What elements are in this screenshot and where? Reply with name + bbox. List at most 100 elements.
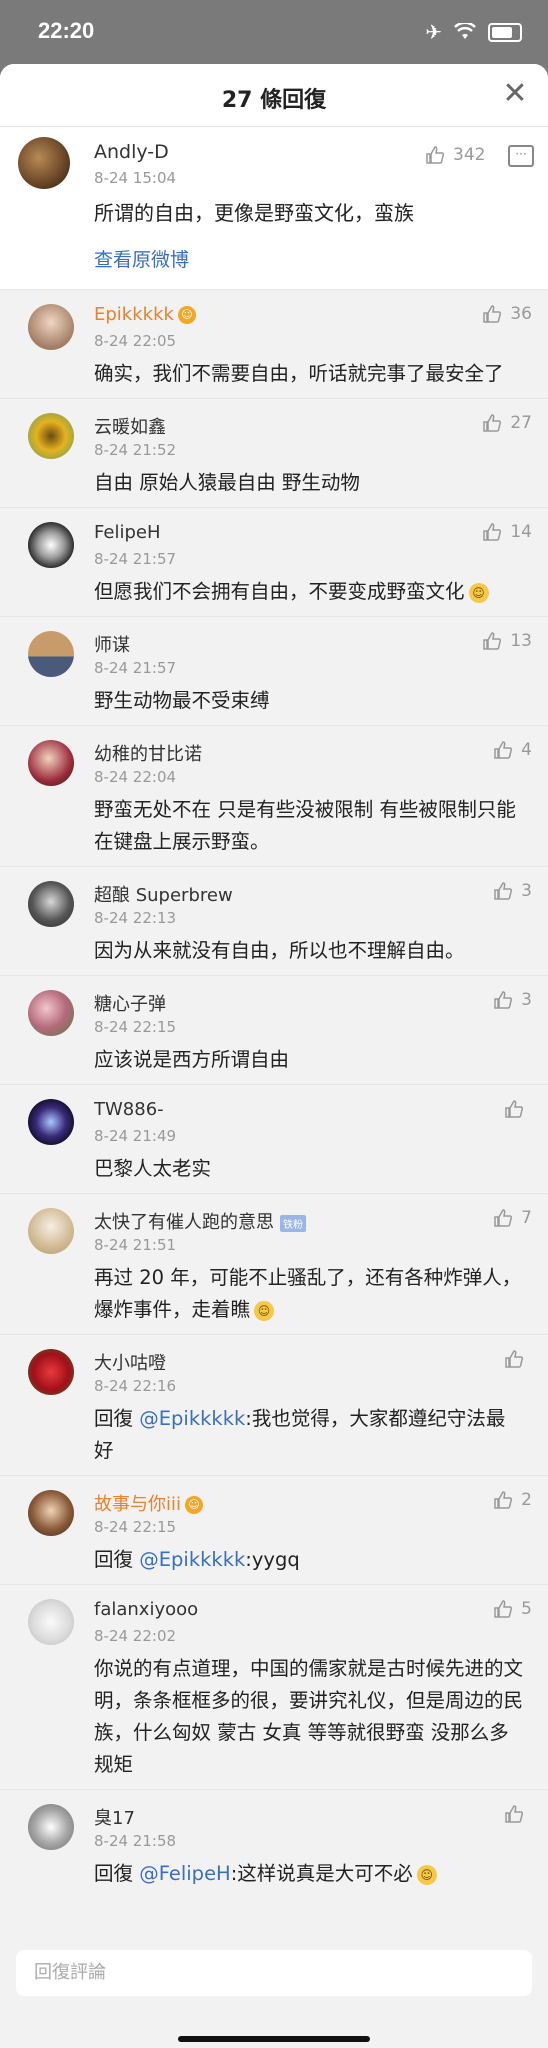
like-count: 13 (510, 631, 532, 651)
list-item[interactable]: 臭17 8-24 21:58 回復 @FelipeH:这样说真是大可不必 ☺ (0, 1790, 548, 1906)
comment-text: 确实，我们不需要自由，听话就完事了最安全了 (94, 362, 504, 385)
list-item[interactable]: 太快了有催人跑的意思 铁粉 8-24 21:51 7 再过 20 年，可能不止骚乱… (0, 1194, 548, 1335)
thumbs-up-icon (494, 1209, 513, 1227)
list-item[interactable]: 师谋 8-24 21:57 13 野生动物最不受束缚 (0, 617, 548, 726)
avatar[interactable] (28, 1804, 74, 1850)
list-item[interactable]: 云暖如鑫 8-24 21:52 27 自由 原始人猿最自由 野生动物 (0, 399, 548, 508)
username[interactable]: 超酿 Superbrew (94, 881, 233, 907)
list-item[interactable]: TW886- 8-24 21:49 巴黎人太老实 (0, 1085, 548, 1194)
like-button[interactable]: 3 (493, 881, 532, 901)
thumbs-up-icon (494, 1600, 513, 1618)
like-button[interactable]: 7 (493, 1208, 532, 1228)
vip-icon: ☺ (177, 306, 196, 324)
avatar[interactable] (28, 1599, 74, 1645)
like-button[interactable] (504, 1099, 532, 1119)
list-item[interactable]: 超酿 Superbrew 8-24 22:13 3 因为从来就没有自由，所以也不… (0, 867, 548, 976)
username[interactable]: FelipeH (94, 522, 160, 543)
username[interactable]: 幼稚的甘比诺 (94, 740, 202, 766)
timestamp: 8-24 21:51 (94, 1236, 177, 1254)
username[interactable]: 糖心子弹 (94, 990, 166, 1016)
like-button[interactable]: 342 (425, 145, 485, 165)
like-button[interactable]: 3 (493, 990, 532, 1010)
list-item[interactable]: falanxiyooo 8-24 22:02 5 你说的有点道理，中国的儒家就是… (0, 1585, 548, 1790)
close-icon[interactable]: ✕ (498, 78, 532, 112)
avatar[interactable] (28, 1490, 74, 1536)
like-button[interactable]: 4 (493, 740, 532, 760)
thumbs-up-icon (505, 1350, 524, 1368)
like-count: 3 (521, 990, 532, 1010)
avatar[interactable] (28, 1349, 74, 1395)
like-count: 36 (510, 304, 532, 324)
like-count: 5 (521, 1599, 532, 1619)
comment-text: 因为从来就没有自由，所以也不理解自由。 (94, 939, 465, 962)
list-item[interactable]: FelipeH 8-24 21:57 14 但愿我们不会拥有自由，不要变成野蛮文… (0, 508, 548, 617)
avatar[interactable] (28, 740, 74, 786)
thumbs-up-icon (494, 1491, 513, 1509)
timestamp: 8-24 21:58 (94, 1832, 177, 1850)
crying-laughing-emoji-icon: ☺ (468, 582, 489, 603)
comment-list: Epikkkkk ☺ 8-24 22:05 36 确实，我们不需要自由，听话就完事… (0, 290, 548, 1906)
username[interactable]: Epikkkkk ☺ (94, 304, 196, 325)
username[interactable]: Andly-D (94, 141, 169, 163)
avatar[interactable] (28, 1208, 74, 1254)
avatar[interactable] (28, 990, 74, 1036)
vip-icon: ☺ (185, 1496, 204, 1514)
thumbs-up-icon (426, 146, 445, 164)
avatar[interactable] (28, 631, 74, 677)
view-original-link[interactable]: 查看原微博 (94, 245, 189, 272)
like-button[interactable]: 13 (482, 631, 532, 651)
mention-link[interactable]: @FelipeH (139, 1862, 231, 1885)
username[interactable]: 故事与你iii ☺ (94, 1490, 204, 1516)
status-icons: ✈ (425, 22, 522, 42)
username[interactable]: 太快了有催人跑的意思 铁粉 (94, 1208, 306, 1234)
timestamp: 8-24 15:04 (94, 169, 177, 187)
thumbs-up-icon (483, 414, 502, 432)
like-count: 7 (521, 1208, 532, 1228)
grin-emoji-icon: ☺ (254, 1300, 275, 1321)
mention-link[interactable]: @Epikkkkk (139, 1548, 245, 1571)
list-item[interactable]: 大小咕噔 8-24 22:16 回復 @Epikkkkk:我也觉得，大家都遵纪守… (0, 1335, 548, 1476)
avatar[interactable] (28, 304, 74, 350)
like-button[interactable]: 5 (493, 1599, 532, 1619)
like-button[interactable]: 27 (482, 413, 532, 433)
timestamp: 8-24 21:52 (94, 441, 177, 459)
avatar[interactable] (28, 413, 74, 459)
list-item[interactable]: 糖心子弹 8-24 22:15 3 应该说是西方所谓自由 (0, 976, 548, 1085)
like-button[interactable]: 14 (482, 522, 532, 542)
avatar[interactable] (28, 881, 74, 927)
list-item[interactable]: 幼稚的甘比诺 8-24 22:04 4 野蛮无处不在 只是有些没被限制 有些被限… (0, 726, 548, 867)
battery-icon (488, 22, 522, 42)
like-button[interactable]: 2 (493, 1490, 532, 1510)
original-comment: Andly-D 8-24 15:04 342 ··· 所谓的自由，更像是野蛮文化… (0, 127, 548, 290)
avatar[interactable] (18, 137, 70, 189)
list-item[interactable]: 故事与你iii ☺ 8-24 22:15 2 回復 @Epikkkkk:yygq (0, 1476, 548, 1585)
thumbs-up-icon (505, 1100, 524, 1118)
reply-input[interactable]: 回復評論 (16, 1950, 532, 1996)
username[interactable]: 大小咕噔 (94, 1349, 166, 1375)
username[interactable]: falanxiyooo (94, 1599, 198, 1620)
fan-badge: 铁粉 (280, 1214, 306, 1232)
like-button[interactable]: 36 (482, 304, 532, 324)
comment-icon[interactable]: ··· (508, 145, 534, 167)
like-button[interactable] (504, 1349, 532, 1369)
avatar[interactable] (28, 522, 74, 568)
like-count: 342 (453, 145, 486, 165)
list-item[interactable]: Epikkkkk ☺ 8-24 22:05 36 确实，我们不需要自由，听话就完事… (0, 290, 548, 399)
username[interactable]: TW886- (94, 1099, 164, 1120)
airplane-icon: ✈ (425, 20, 442, 44)
like-count: 27 (510, 413, 532, 433)
like-count: 2 (521, 1490, 532, 1510)
sheet-header: 27 條回復 ✕ (0, 64, 548, 127)
like-button[interactable] (504, 1804, 532, 1824)
like-count: 4 (521, 740, 532, 760)
username[interactable]: 臭17 (94, 1804, 135, 1830)
avatar[interactable] (28, 1099, 74, 1145)
thumbs-up-icon (483, 523, 502, 541)
mention-link[interactable]: @Epikkkkk (139, 1407, 245, 1430)
username[interactable]: 云暖如鑫 (94, 413, 166, 439)
username[interactable]: 师谋 (94, 631, 130, 657)
timestamp: 8-24 21:57 (94, 550, 177, 568)
timestamp: 8-24 22:16 (94, 1377, 177, 1395)
timestamp: 8-24 22:15 (94, 1018, 177, 1036)
comment-text: 野生动物最不受束缚 (94, 689, 270, 712)
